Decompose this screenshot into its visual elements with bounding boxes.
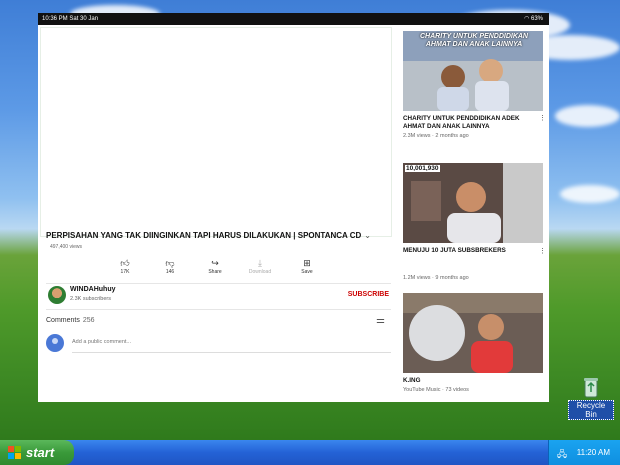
related-thumbnail[interactable]	[403, 293, 543, 373]
video-player[interactable]	[40, 27, 392, 237]
save-button[interactable]: ⊞ Save	[292, 257, 322, 275]
divider	[46, 309, 391, 310]
taskbar-clock[interactable]: 11:20 AM	[577, 440, 610, 465]
video-actions: 👍︎ 17K 👎︎ 146 ↪ Share ⤓ Download ⊞ Save	[110, 257, 330, 281]
channel-name[interactable]: WINDAHuhuy	[70, 286, 116, 293]
save-icon: ⊞	[303, 258, 311, 268]
share-label: Share	[208, 269, 222, 275]
system-tray: 🖧 11:20 AM	[548, 440, 620, 465]
recycle-bin-label: Recycle Bin	[568, 400, 614, 420]
battery-level: 63%	[530, 16, 543, 22]
recycle-bin-icon	[584, 378, 598, 398]
comments-header[interactable]: Comments 256 ⚌	[46, 315, 391, 326]
comment-input[interactable]: Add a public comment...	[72, 339, 131, 345]
taskbar: start 🖧 11:20 AM	[0, 440, 620, 465]
thumbnail-image	[403, 163, 543, 243]
subscribe-button[interactable]: SUBSCRIBE	[348, 291, 389, 298]
share-icon: ↪	[211, 258, 219, 268]
related-meta: 1.2M views · 9 months ago	[403, 275, 469, 281]
thumbnail-image	[403, 293, 543, 373]
video-views: 497,400 views	[50, 244, 82, 250]
more-options-icon[interactable]: ⋮	[539, 114, 546, 122]
more-options-icon[interactable]: ⋮	[539, 247, 546, 255]
related-thumbnail[interactable]: 10,001,930	[403, 163, 543, 243]
network-icon[interactable]: 🖧	[557, 447, 567, 463]
thumbnail-counter: 10,001,930	[405, 165, 440, 172]
dislike-button[interactable]: 👎︎ 146	[155, 257, 185, 275]
comment-underline	[72, 352, 391, 353]
start-label: start	[26, 445, 55, 460]
share-button[interactable]: ↪ Share	[200, 257, 230, 275]
user-avatar	[46, 334, 64, 352]
video-title[interactable]: PERPISAHAN YANG TAK DIINGINKAN TAPI HARU…	[46, 231, 391, 240]
channel-subscribers: 2.3K subscribers	[70, 296, 111, 302]
thumbs-up-icon: 👍︎	[120, 258, 130, 268]
like-button[interactable]: 👍︎ 17K	[110, 257, 140, 275]
download-icon: ⤓	[258, 258, 262, 268]
channel-avatar[interactable]	[48, 286, 66, 304]
sort-filter-icon[interactable]: ⚌	[376, 315, 385, 326]
related-meta: 2.3M views · 2 months ago	[403, 133, 469, 139]
related-thumbnail[interactable]: CHARITY UNTUK PENDDIDIKAN AHMAT DAN ANAK…	[403, 31, 543, 111]
channel-row[interactable]: WINDAHuhuy 2.3K subscribers SUBSCRIBE	[46, 285, 391, 307]
wifi-icon: ◠	[524, 16, 530, 22]
battery-status: ◠ 63%	[524, 13, 543, 25]
recycle-bin-shortcut[interactable]: Recycle Bin	[568, 376, 614, 422]
related-meta: YouTube Music · 73 videos	[403, 387, 469, 393]
chevron-down-icon[interactable]: ⌄	[364, 231, 371, 240]
add-comment-row[interactable]: Add a public comment...	[46, 333, 391, 353]
save-label: Save	[301, 269, 313, 275]
related-title[interactable]: K.ING	[403, 377, 535, 385]
video-title-text: PERPISAHAN YANG TAK DIINGINKAN TAPI HARU…	[46, 231, 362, 240]
start-button[interactable]: start	[0, 440, 74, 465]
download-label: Download	[248, 269, 272, 275]
thumbnail-caption: CHARITY UNTUK PENDDIDIKAN AHMAT DAN ANAK…	[420, 33, 528, 48]
device-status-bar: 10:36 PM Sat 30 Jan ◠ 63%	[38, 13, 549, 25]
dislike-count: 146	[165, 269, 175, 275]
related-title[interactable]: CHARITY UNTUK PENDDIDIKAN ADEK AHMAT DAN…	[403, 115, 535, 131]
comments-count: 256	[82, 317, 95, 324]
comments-heading: Comments	[46, 317, 80, 324]
thumbs-down-icon: 👎︎	[165, 258, 175, 268]
divider	[46, 283, 391, 284]
download-button[interactable]: ⤓ Download	[245, 257, 275, 275]
windows-logo-icon	[8, 446, 21, 459]
status-time: 10:36 PM Sat 30 Jan	[42, 16, 99, 22]
like-count: 17K	[120, 269, 130, 275]
related-title[interactable]: MENUJU 10 JUTA SUBSBREKERS	[403, 247, 535, 255]
youtube-app-window: 10:36 PM Sat 30 Jan ◠ 63% PERPISAHAN YAN…	[38, 13, 549, 402]
